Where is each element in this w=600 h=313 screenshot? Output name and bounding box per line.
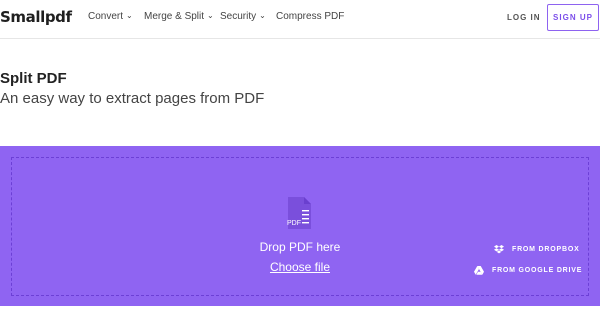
page-subtitle: An easy way to extract pages from PDF (0, 90, 265, 107)
nav-convert-label: Convert (88, 11, 124, 22)
from-google-drive-label: FROM GOOGLE DRIVE (492, 267, 583, 274)
nav-merge-split-label: Merge & Split (144, 11, 205, 22)
nav-compress-pdf[interactable]: Compress PDF (276, 11, 344, 22)
pdf-file-icon: PDF (287, 197, 311, 229)
chevron-down-icon: ⌄ (126, 11, 133, 20)
signup-button[interactable]: SIGN UP (547, 4, 599, 31)
signup-label: SIGN UP (553, 13, 593, 22)
pdf-icon-label: PDF (287, 220, 301, 227)
from-dropbox-label: FROM DROPBOX (512, 246, 580, 253)
from-dropbox-button[interactable]: FROM DROPBOX (494, 245, 580, 254)
from-google-drive-button[interactable]: FROM GOOGLE DRIVE (474, 266, 582, 275)
top-navigation-bar: Smallpdf Convert ⌄ Merge & Split ⌄ Securit… (0, 0, 600, 39)
page-title: Split PDF (0, 70, 67, 87)
dropbox-icon (494, 245, 504, 254)
chevron-down-icon: ⌄ (259, 11, 266, 20)
nav-compress-pdf-label: Compress PDF (276, 11, 345, 22)
choose-file-button[interactable]: Choose file (240, 260, 360, 274)
nav-security-label: Security (220, 11, 257, 22)
nav-convert[interactable]: Convert ⌄ (88, 11, 133, 22)
nav-merge-split[interactable]: Merge & Split ⌄ (144, 11, 214, 22)
chevron-down-icon: ⌄ (207, 11, 214, 20)
drop-instruction: Drop PDF here (259, 240, 341, 254)
login-button[interactable]: LOG IN (507, 13, 541, 22)
nav-security[interactable]: Security ⌄ (220, 11, 266, 22)
logo[interactable]: Smallpdf (0, 8, 72, 26)
google-drive-icon (474, 266, 484, 275)
